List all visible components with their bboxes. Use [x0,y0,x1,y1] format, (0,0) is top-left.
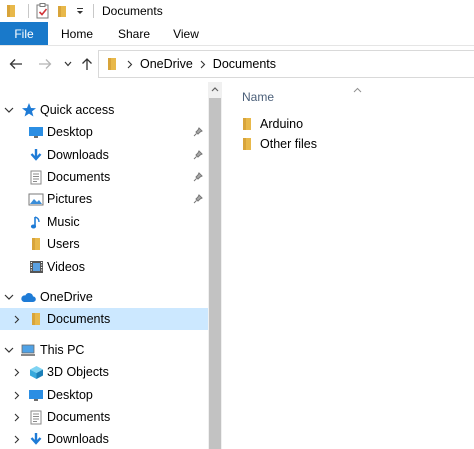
folder-icon [107,56,119,72]
3d-objects-icon [28,364,44,380]
expand-chevron-icon[interactable] [11,406,23,428]
quick-access-toolbar [0,0,100,22]
breadcrumb-separator-icon[interactable] [200,60,206,69]
desktop-icon [28,124,44,140]
tree-label: Users [47,237,80,251]
scroll-up-icon[interactable] [208,82,222,96]
tree-item-downloads[interactable]: Downloads [0,144,208,166]
navigation-pane: Quick access Desktop Downloads Documents… [0,90,208,449]
expand-chevron-icon[interactable] [11,308,23,330]
breadcrumb-separator-icon[interactable] [127,60,133,69]
folder-icon [240,116,254,132]
recent-locations-dropdown[interactable] [62,50,74,78]
tree-label: Documents [47,312,111,326]
tab-view[interactable]: View [162,22,210,45]
navigation-pane-scrollbar[interactable] [208,82,222,449]
back-button[interactable] [6,50,26,78]
address-bar[interactable]: OneDrive Documents [98,50,474,78]
divider [28,4,29,18]
folder-icon [0,0,22,22]
tree-label: Documents [47,170,111,184]
tree-item-music[interactable]: Music [0,211,208,233]
tree-label: Desktop [47,388,93,402]
breadcrumb-documents[interactable]: Documents [213,57,276,71]
expand-chevron-icon[interactable] [11,361,23,383]
up-button[interactable] [79,50,95,78]
breadcrumb-onedrive[interactable]: OneDrive [140,57,193,71]
tree-item-pictures[interactable]: Pictures [0,188,208,210]
folder-icon [240,136,254,152]
computer-icon [20,342,36,358]
tree-label: Pictures [47,192,93,206]
tab-home[interactable]: Home [48,22,106,45]
tree-label: Documents [47,410,111,424]
expand-chevron-icon[interactable] [11,384,23,406]
tree-label: 3D Objects [47,365,109,379]
folder-icon [28,236,44,252]
star-icon [21,102,37,118]
tab-share[interactable]: Share [106,22,162,45]
tree-label: Downloads [47,148,109,162]
tab-file[interactable]: File [0,22,48,45]
documents-icon [28,169,44,185]
tree-quick-access[interactable]: Quick access [0,99,208,121]
tree-item-onedrive-documents[interactable]: Documents [0,308,208,330]
cloud-icon [20,289,36,305]
pin-icon[interactable] [193,166,203,188]
music-icon [28,214,44,230]
folder-icon [28,311,44,327]
tree-item-desktop[interactable]: Desktop [0,121,208,143]
properties-icon[interactable] [35,0,51,22]
collapse-chevron-icon[interactable] [3,339,15,361]
videos-icon [28,259,44,275]
divider [93,4,94,18]
tree-item-users[interactable]: Users [0,233,208,255]
pin-icon[interactable] [193,188,203,210]
file-list-pane: Name Arduino Other files [222,82,474,449]
tree-label: Music [47,215,80,229]
customize-toolbar-dropdown-icon[interactable] [73,0,87,22]
tree-label: OneDrive [40,290,93,304]
tree-onedrive[interactable]: OneDrive [0,286,208,308]
pictures-icon [28,191,44,207]
tree-item-videos[interactable]: Videos [0,256,208,278]
tree-item-pc-downloads[interactable]: Downloads [0,428,208,449]
tree-label: This PC [40,343,85,357]
title-bar: Documents [0,0,474,22]
collapse-chevron-icon[interactable] [3,99,15,121]
pin-icon[interactable] [193,121,203,143]
downloads-icon [28,147,44,163]
file-item-other-files[interactable]: Other files [240,134,317,154]
forward-button[interactable] [36,50,54,78]
column-header-name[interactable]: Name [242,90,274,104]
scroll-thumb[interactable] [209,98,221,449]
desktop-icon [28,387,44,403]
file-name: Other files [260,137,317,151]
tree-item-pc-documents[interactable]: Documents [0,406,208,428]
collapse-chevron-icon[interactable] [3,286,15,308]
tree-item-pc-desktop[interactable]: Desktop [0,384,208,406]
navigation-bar: OneDrive Documents [0,46,474,82]
documents-icon [28,409,44,425]
file-name: Arduino [260,117,304,131]
tree-label: Quick access [40,103,115,117]
pin-icon[interactable] [193,144,203,166]
expand-chevron-icon[interactable] [11,428,23,449]
window-title: Documents [102,4,163,18]
new-folder-icon[interactable] [51,0,73,22]
sort-ascending-icon [353,82,362,96]
tree-label: Downloads [47,432,109,446]
tree-label: Desktop [47,125,93,139]
downloads-icon [28,431,44,447]
ribbon-tabs: File Home Share View [0,22,474,46]
tree-item-documents[interactable]: Documents [0,166,208,188]
tree-label: Videos [47,260,85,274]
tree-item-3d-objects[interactable]: 3D Objects [0,361,208,383]
tree-this-pc[interactable]: This PC [0,339,208,361]
file-item-arduino[interactable]: Arduino [240,114,303,134]
